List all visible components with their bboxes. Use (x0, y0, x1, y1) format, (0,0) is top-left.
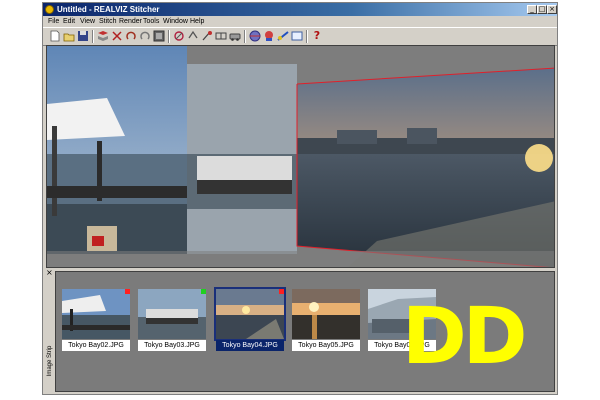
panorama-image (47, 46, 554, 267)
menu-render[interactable]: Render (119, 17, 142, 26)
title-bar[interactable]: Untitled - REALVIZ Stitcher _ □ × (43, 3, 557, 16)
save-icon[interactable] (77, 30, 89, 42)
toolbar: ? (43, 27, 557, 46)
close-button[interactable]: × (547, 5, 557, 14)
thumbnail-caption: Tokyo Bay02.JPG (62, 340, 130, 351)
toolbar-separator (306, 30, 308, 43)
thumbnail-image (292, 289, 360, 339)
status-badge (201, 289, 206, 294)
window-title: Untitled - REALVIZ Stitcher (57, 5, 160, 14)
image-strip-close-button[interactable]: × (46, 269, 54, 277)
thumbnail-tokyo-bay04[interactable]: Tokyo Bay04.JPG (214, 287, 286, 352)
toolbar-separator (92, 30, 94, 43)
status-badge (279, 289, 284, 294)
menu-edit[interactable]: Edit (63, 17, 75, 26)
thumbnail-image (62, 289, 130, 339)
sphere-icon[interactable] (249, 30, 261, 42)
thumbnail-tokyo-bay05[interactable]: Tokyo Bay05.JPG (292, 289, 360, 352)
status-badge (125, 289, 130, 294)
car-icon[interactable] (229, 30, 241, 42)
toolbar-separator (168, 30, 170, 43)
help-icon[interactable]: ? (311, 30, 323, 42)
thumbnail-image (214, 287, 286, 341)
redo-icon[interactable] (139, 30, 151, 42)
overlay-text: DD (402, 292, 527, 382)
menu-file[interactable]: File (48, 17, 59, 26)
menu-help[interactable]: Help (190, 17, 204, 26)
compare-icon[interactable] (215, 30, 227, 42)
align-icon[interactable] (173, 30, 185, 42)
menu-bar: File Edit View Stitch Render Tools Windo… (43, 16, 557, 27)
blend-icon[interactable] (277, 30, 289, 42)
panorama-viewport[interactable] (46, 45, 555, 268)
thumbnail-tokyo-bay02[interactable]: Tokyo Bay02.JPG (62, 289, 130, 352)
image-icon[interactable] (153, 30, 165, 42)
thumbnail-caption: Tokyo Bay04.JPG (216, 340, 284, 351)
thumbnail-image (138, 289, 206, 339)
thumbnail-caption: Tokyo Bay03.JPG (138, 340, 206, 351)
point-icon[interactable] (201, 30, 213, 42)
undo-icon[interactable] (125, 30, 137, 42)
maximize-button[interactable]: □ (537, 5, 547, 14)
thumbnail-caption: Tokyo Bay05.JPG (292, 340, 360, 351)
lens-icon[interactable] (263, 30, 275, 42)
menu-window[interactable]: Window (163, 17, 188, 26)
minimize-button[interactable]: _ (527, 5, 537, 14)
image-strip-label: Image Strip (47, 345, 53, 377)
render-icon[interactable] (291, 30, 303, 42)
app-logo-icon (45, 5, 54, 14)
toolbar-separator (244, 30, 246, 43)
cut-icon[interactable] (111, 30, 123, 42)
image-strip-sidebar: Image Strip (44, 277, 55, 390)
stitch-icon[interactable] (97, 30, 109, 42)
link-icon[interactable] (187, 30, 199, 42)
menu-stitch[interactable]: Stitch (99, 17, 117, 26)
menu-view[interactable]: View (80, 17, 95, 26)
open-icon[interactable] (63, 30, 75, 42)
new-icon[interactable] (49, 30, 61, 42)
menu-tools[interactable]: Tools (143, 17, 159, 26)
thumbnail-tokyo-bay03[interactable]: Tokyo Bay03.JPG (138, 289, 206, 352)
